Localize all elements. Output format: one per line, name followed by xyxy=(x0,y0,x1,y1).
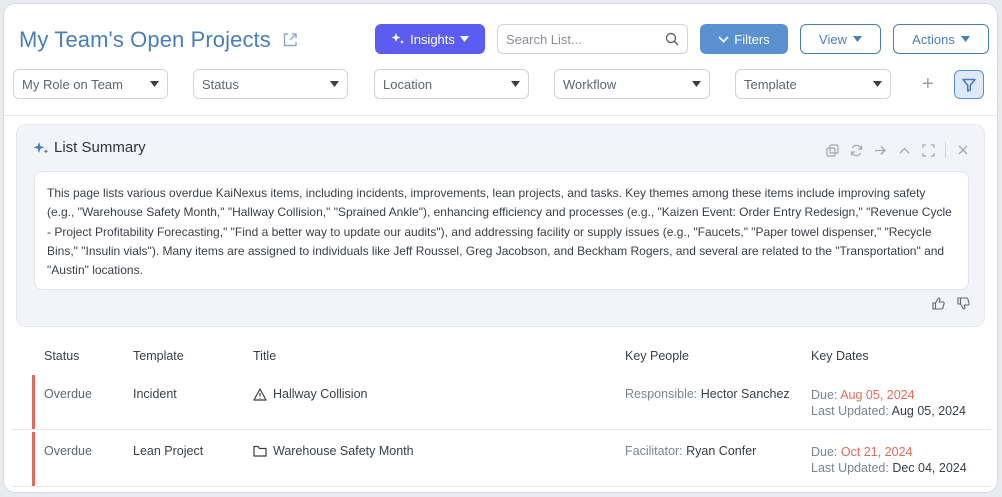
row-status: Overdue xyxy=(44,444,92,458)
funnel-icon xyxy=(962,78,976,92)
chevron-down-icon xyxy=(718,35,729,43)
thumbs-up-icon[interactable] xyxy=(932,297,945,313)
table-row[interactable]: Overdue Lean Project Warehouse Safety Mo… xyxy=(12,431,991,487)
location-filter-label: Location xyxy=(383,76,433,92)
row-key-people: Responsible: Hector Sanchez xyxy=(625,387,790,401)
role-filter[interactable]: My Role on Team xyxy=(13,69,168,99)
column-header-template[interactable]: Template xyxy=(133,349,184,363)
due-date: Oct 21, 2024 xyxy=(840,445,913,459)
folder-icon xyxy=(253,445,267,457)
template-filter[interactable]: Template xyxy=(735,69,891,99)
workflow-filter[interactable]: Workflow xyxy=(554,69,710,99)
add-filter-button[interactable]: + xyxy=(922,74,934,94)
overdue-indicator xyxy=(32,375,35,429)
search-input[interactable] xyxy=(506,31,656,47)
people-name: Hector Sanchez xyxy=(700,387,790,401)
search-field[interactable] xyxy=(497,24,688,54)
insights-label: Insights xyxy=(410,31,455,47)
overdue-indicator xyxy=(32,432,35,486)
filters-button[interactable]: Filters xyxy=(700,24,788,54)
row-title-text[interactable]: Hallway Collision xyxy=(273,387,367,401)
filter-toggle-button[interactable] xyxy=(954,70,984,99)
updated-label: Last Updated: xyxy=(811,461,889,475)
caret-down-icon xyxy=(330,81,339,87)
workflow-filter-label: Workflow xyxy=(563,76,617,92)
view-button[interactable]: View xyxy=(800,24,881,54)
column-header-key-dates[interactable]: Key Dates xyxy=(811,349,869,363)
summary-toolbar xyxy=(825,142,970,158)
row-title[interactable]: Warehouse Safety Month xyxy=(253,444,414,458)
due-date: Aug 05, 2024 xyxy=(840,388,915,402)
updated-label: Last Updated: xyxy=(811,404,889,418)
caret-down-icon xyxy=(852,36,862,42)
due-label: Due: xyxy=(811,388,838,402)
filters-label: Filters xyxy=(734,31,770,47)
column-header-status[interactable]: Status xyxy=(44,349,79,363)
actions-label: Actions xyxy=(912,31,955,47)
close-icon[interactable] xyxy=(956,143,970,157)
caret-down-icon xyxy=(960,36,970,42)
sparkle-icon xyxy=(33,142,49,154)
caret-down-icon xyxy=(692,81,701,87)
sparkle-icon xyxy=(391,33,405,44)
caret-down-icon xyxy=(873,81,882,87)
thumbs-down-icon[interactable] xyxy=(957,297,970,313)
column-header-key-people[interactable]: Key People xyxy=(625,349,689,363)
caret-down-icon xyxy=(511,81,520,87)
expand-icon[interactable] xyxy=(921,143,935,157)
row-title[interactable]: Hallway Collision xyxy=(253,387,367,401)
people-role: Responsible: xyxy=(625,387,698,401)
page-title: My Team's Open Projects xyxy=(19,27,271,52)
people-role: Facilitator: xyxy=(625,444,683,458)
table-header: Status Template Title Key People Key Dat… xyxy=(4,345,997,371)
caret-down-icon xyxy=(150,81,159,87)
table-row[interactable]: Overdue Incident Hallway Collision Respo… xyxy=(12,374,991,430)
updated-date: Dec 04, 2024 xyxy=(892,461,967,475)
due-label: Due: xyxy=(811,445,838,459)
row-key-dates: Due: Aug 05, 2024 Last Updated: Aug 05, … xyxy=(811,387,966,419)
chevron-up-icon[interactable] xyxy=(897,143,911,157)
insights-button[interactable]: Insights xyxy=(375,24,485,54)
row-key-dates: Due: Oct 21, 2024 Last Updated: Dec 04, … xyxy=(811,444,967,476)
external-link-icon[interactable] xyxy=(281,31,299,49)
updated-date: Aug 05, 2024 xyxy=(891,404,967,418)
role-filter-label: My Role on Team xyxy=(22,76,123,92)
refresh-icon[interactable] xyxy=(849,143,863,157)
arrow-right-icon[interactable] xyxy=(873,143,887,157)
location-filter[interactable]: Location xyxy=(374,69,529,99)
summary-title: List Summary xyxy=(54,139,146,156)
warning-icon xyxy=(253,387,267,401)
feedback-controls xyxy=(932,297,970,313)
view-label: View xyxy=(819,31,847,47)
list-summary-card: List Summary This page lists various ove… xyxy=(16,124,985,327)
page-header: My Team's Open Projects Insights Filters… xyxy=(4,4,997,116)
toolbar-divider xyxy=(945,142,946,158)
status-filter[interactable]: Status xyxy=(193,69,348,99)
actions-button[interactable]: Actions xyxy=(893,24,989,54)
status-filter-label: Status xyxy=(202,76,239,92)
row-status: Overdue xyxy=(44,387,92,401)
row-title-text[interactable]: Warehouse Safety Month xyxy=(273,444,414,458)
copy-icon[interactable] xyxy=(825,143,839,157)
row-template: Lean Project xyxy=(133,444,204,458)
template-filter-label: Template xyxy=(744,76,797,92)
row-template: Incident xyxy=(133,387,177,401)
caret-down-icon xyxy=(459,36,469,42)
app-frame: My Team's Open Projects Insights Filters… xyxy=(3,3,998,493)
row-key-people: Facilitator: Ryan Confer xyxy=(625,444,756,458)
search-icon[interactable] xyxy=(665,32,679,46)
column-header-title[interactable]: Title xyxy=(253,349,276,363)
people-name: Ryan Confer xyxy=(686,444,757,458)
summary-text: This page lists various overdue KaiNexus… xyxy=(34,171,969,290)
